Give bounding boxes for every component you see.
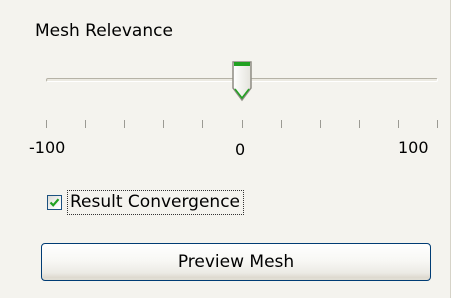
slider-thumb-icon[interactable] xyxy=(229,58,255,104)
mesh-relevance-slider[interactable] xyxy=(46,58,438,108)
checkmark-icon xyxy=(49,197,60,207)
slider-tick xyxy=(163,120,164,128)
slider-tick xyxy=(242,120,243,128)
slider-tick xyxy=(281,120,282,128)
mesh-relevance-label: Mesh Relevance xyxy=(35,21,173,41)
result-convergence-label[interactable]: Result Convergence xyxy=(67,189,245,215)
slider-tick xyxy=(202,120,203,128)
slider-tick xyxy=(398,120,399,128)
slider-tick xyxy=(437,120,438,128)
preview-mesh-button[interactable]: Preview Mesh xyxy=(41,243,431,281)
slider-mid-label: 0 xyxy=(235,140,246,159)
slider-tick xyxy=(85,120,86,128)
slider-tick xyxy=(46,120,47,128)
slider-max-label: 100 xyxy=(398,138,429,157)
slider-tick-marks xyxy=(46,120,438,128)
slider-tick xyxy=(124,120,125,128)
slider-tick xyxy=(320,120,321,128)
result-convergence-option[interactable]: Result Convergence xyxy=(47,188,245,216)
mesh-settings-panel: Mesh Relevance -100 0 100 Result Converg… xyxy=(0,0,451,298)
result-convergence-checkbox[interactable] xyxy=(47,194,62,210)
slider-min-label: -100 xyxy=(29,138,66,157)
slider-tick xyxy=(359,120,360,128)
